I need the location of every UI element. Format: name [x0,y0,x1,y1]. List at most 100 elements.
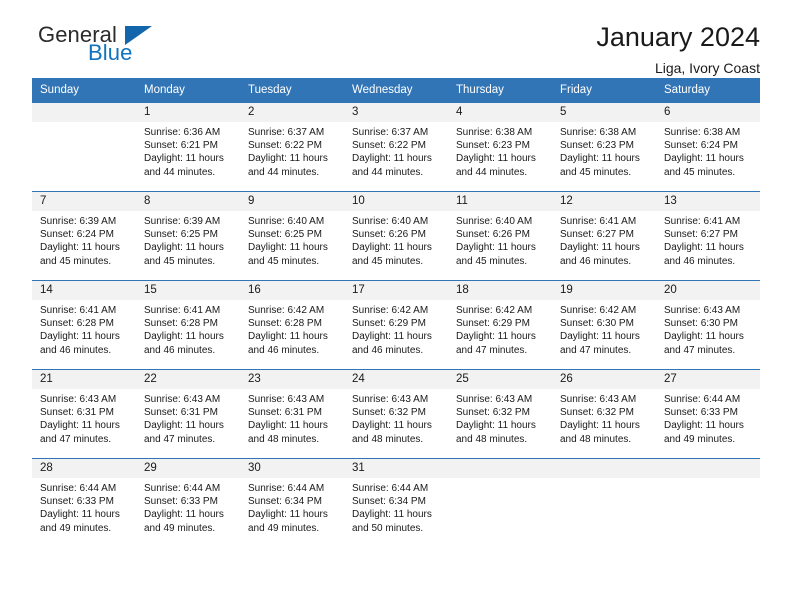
day-cell[interactable]: 6 Sunrise: 6:38 AM Sunset: 6:24 PM Dayli… [656,102,760,192]
day-cell[interactable]: 8 Sunrise: 6:39 AM Sunset: 6:25 PM Dayli… [136,191,240,281]
day-cell[interactable] [32,102,136,192]
sunrise-text: Sunrise: 6:41 AM [560,216,637,227]
day-cell[interactable]: 15 Sunrise: 6:41 AM Sunset: 6:28 PM Dayl… [136,280,240,370]
day-cell[interactable]: 12 Sunrise: 6:41 AM Sunset: 6:27 PM Dayl… [552,191,656,281]
logo-text-blue: Blue [88,40,133,65]
daylight-text-line1: Daylight: 11 hours [352,420,432,432]
daylight-text-line1: Daylight: 11 hours [664,420,744,432]
weekday-header-thursday: Thursday [448,78,552,103]
daylight-text-line2: and 45 minutes. [352,255,424,267]
day-number: 5 [552,103,656,122]
daylight-text-line2: and 46 minutes. [664,255,736,267]
daylight-text-line1: Daylight: 11 hours [40,331,120,343]
day-details: Sunrise: 6:42 AM Sunset: 6:28 PM Dayligh… [240,300,344,357]
day-details: Sunrise: 6:44 AM Sunset: 6:34 PM Dayligh… [240,478,344,535]
day-cell[interactable]: 24 Sunrise: 6:43 AM Sunset: 6:32 PM Dayl… [344,369,448,459]
day-number: 11 [448,192,552,211]
day-cell[interactable]: 13 Sunrise: 6:41 AM Sunset: 6:27 PM Dayl… [656,191,760,281]
day-cell[interactable]: 2 Sunrise: 6:37 AM Sunset: 6:22 PM Dayli… [240,102,344,192]
day-cell[interactable]: 9 Sunrise: 6:40 AM Sunset: 6:25 PM Dayli… [240,191,344,281]
day-cell[interactable]: 29 Sunrise: 6:44 AM Sunset: 6:33 PM Dayl… [136,458,240,548]
day-details: Sunrise: 6:41 AM Sunset: 6:27 PM Dayligh… [552,211,656,268]
day-cell[interactable]: 16 Sunrise: 6:42 AM Sunset: 6:28 PM Dayl… [240,280,344,370]
day-cell[interactable]: 25 Sunrise: 6:43 AM Sunset: 6:32 PM Dayl… [448,369,552,459]
sunrise-text: Sunrise: 6:44 AM [144,483,221,494]
sunrise-text: Sunrise: 6:43 AM [560,394,637,405]
day-details: Sunrise: 6:42 AM Sunset: 6:29 PM Dayligh… [448,300,552,357]
day-number: 1 [136,103,240,122]
day-cell[interactable]: 20 Sunrise: 6:43 AM Sunset: 6:30 PM Dayl… [656,280,760,370]
sunrise-text: Sunrise: 6:42 AM [248,305,325,316]
day-details: Sunrise: 6:42 AM Sunset: 6:29 PM Dayligh… [344,300,448,357]
daylight-text-line1: Daylight: 11 hours [352,331,432,343]
day-number: 24 [344,370,448,389]
sunset-text: Sunset: 6:29 PM [456,318,530,330]
day-cell[interactable]: 5 Sunrise: 6:38 AM Sunset: 6:23 PM Dayli… [552,102,656,192]
month-calendar: Sunday Monday Tuesday Wednesday Thursday… [32,78,760,548]
sunrise-text: Sunrise: 6:41 AM [144,305,221,316]
day-cell[interactable]: 17 Sunrise: 6:42 AM Sunset: 6:29 PM Dayl… [344,280,448,370]
day-details: Sunrise: 6:43 AM Sunset: 6:31 PM Dayligh… [240,389,344,446]
day-cell[interactable]: 22 Sunrise: 6:43 AM Sunset: 6:31 PM Dayl… [136,369,240,459]
day-details: Sunrise: 6:44 AM Sunset: 6:34 PM Dayligh… [344,478,448,535]
day-cell[interactable] [552,458,656,548]
calendar-body: 1 Sunrise: 6:36 AM Sunset: 6:21 PM Dayli… [32,102,760,548]
daylight-text-line2: and 48 minutes. [248,433,320,445]
sunset-text: Sunset: 6:32 PM [560,407,634,419]
day-cell[interactable]: 23 Sunrise: 6:43 AM Sunset: 6:31 PM Dayl… [240,369,344,459]
daylight-text-line1: Daylight: 11 hours [248,153,328,165]
day-cell[interactable]: 28 Sunrise: 6:44 AM Sunset: 6:33 PM Dayl… [32,458,136,548]
day-details: Sunrise: 6:40 AM Sunset: 6:26 PM Dayligh… [344,211,448,268]
sunset-text: Sunset: 6:34 PM [248,496,322,508]
day-number: 3 [344,103,448,122]
day-cell[interactable]: 19 Sunrise: 6:42 AM Sunset: 6:30 PM Dayl… [552,280,656,370]
sunset-text: Sunset: 6:25 PM [144,229,218,241]
day-cell[interactable] [656,458,760,548]
day-cell[interactable]: 3 Sunrise: 6:37 AM Sunset: 6:22 PM Dayli… [344,102,448,192]
day-number: 2 [240,103,344,122]
weekday-header-sunday: Sunday [32,78,136,103]
day-details: Sunrise: 6:37 AM Sunset: 6:22 PM Dayligh… [240,122,344,179]
day-cell[interactable]: 10 Sunrise: 6:40 AM Sunset: 6:26 PM Dayl… [344,191,448,281]
sunrise-text: Sunrise: 6:40 AM [352,216,429,227]
daylight-text-line1: Daylight: 11 hours [456,242,536,254]
day-details: Sunrise: 6:41 AM Sunset: 6:27 PM Dayligh… [656,211,760,268]
sunrise-text: Sunrise: 6:39 AM [144,216,221,227]
daylight-text-line1: Daylight: 11 hours [456,420,536,432]
day-cell[interactable]: 21 Sunrise: 6:43 AM Sunset: 6:31 PM Dayl… [32,369,136,459]
sunset-text: Sunset: 6:31 PM [248,407,322,419]
sunset-text: Sunset: 6:31 PM [40,407,114,419]
day-cell[interactable]: 31 Sunrise: 6:44 AM Sunset: 6:34 PM Dayl… [344,458,448,548]
daylight-text-line1: Daylight: 11 hours [352,153,432,165]
day-cell[interactable]: 4 Sunrise: 6:38 AM Sunset: 6:23 PM Dayli… [448,102,552,192]
day-cell[interactable]: 14 Sunrise: 6:41 AM Sunset: 6:28 PM Dayl… [32,280,136,370]
day-cell[interactable]: 11 Sunrise: 6:40 AM Sunset: 6:26 PM Dayl… [448,191,552,281]
day-cell[interactable]: 30 Sunrise: 6:44 AM Sunset: 6:34 PM Dayl… [240,458,344,548]
day-cell[interactable]: 7 Sunrise: 6:39 AM Sunset: 6:24 PM Dayli… [32,191,136,281]
day-cell[interactable]: 18 Sunrise: 6:42 AM Sunset: 6:29 PM Dayl… [448,280,552,370]
daylight-text-line2: and 46 minutes. [144,344,216,356]
day-cell[interactable]: 26 Sunrise: 6:43 AM Sunset: 6:32 PM Dayl… [552,369,656,459]
day-number: 15 [136,281,240,300]
day-number: 25 [448,370,552,389]
calendar-week-row: 1 Sunrise: 6:36 AM Sunset: 6:21 PM Dayli… [32,102,760,192]
daylight-text-line2: and 48 minutes. [456,433,528,445]
daylight-text-line2: and 47 minutes. [664,344,736,356]
day-number [552,459,656,478]
daylight-text-line2: and 50 minutes. [352,522,424,534]
day-cell[interactable]: 1 Sunrise: 6:36 AM Sunset: 6:21 PM Dayli… [136,102,240,192]
daylight-text-line2: and 47 minutes. [560,344,632,356]
page-header: General Blue January 2024 Liga, Ivory Co… [32,0,760,76]
page-title: January 2024 [596,22,760,52]
daylight-text-line2: and 44 minutes. [248,166,320,178]
daylight-text-line1: Daylight: 11 hours [144,420,224,432]
day-cell[interactable]: 27 Sunrise: 6:44 AM Sunset: 6:33 PM Dayl… [656,369,760,459]
daylight-text-line2: and 48 minutes. [352,433,424,445]
sunrise-text: Sunrise: 6:44 AM [40,483,117,494]
sunrise-text: Sunrise: 6:43 AM [40,394,117,405]
day-cell[interactable] [448,458,552,548]
daylight-text-line2: and 45 minutes. [664,166,736,178]
day-number: 12 [552,192,656,211]
day-details: Sunrise: 6:39 AM Sunset: 6:25 PM Dayligh… [136,211,240,268]
daylight-text-line2: and 48 minutes. [560,433,632,445]
